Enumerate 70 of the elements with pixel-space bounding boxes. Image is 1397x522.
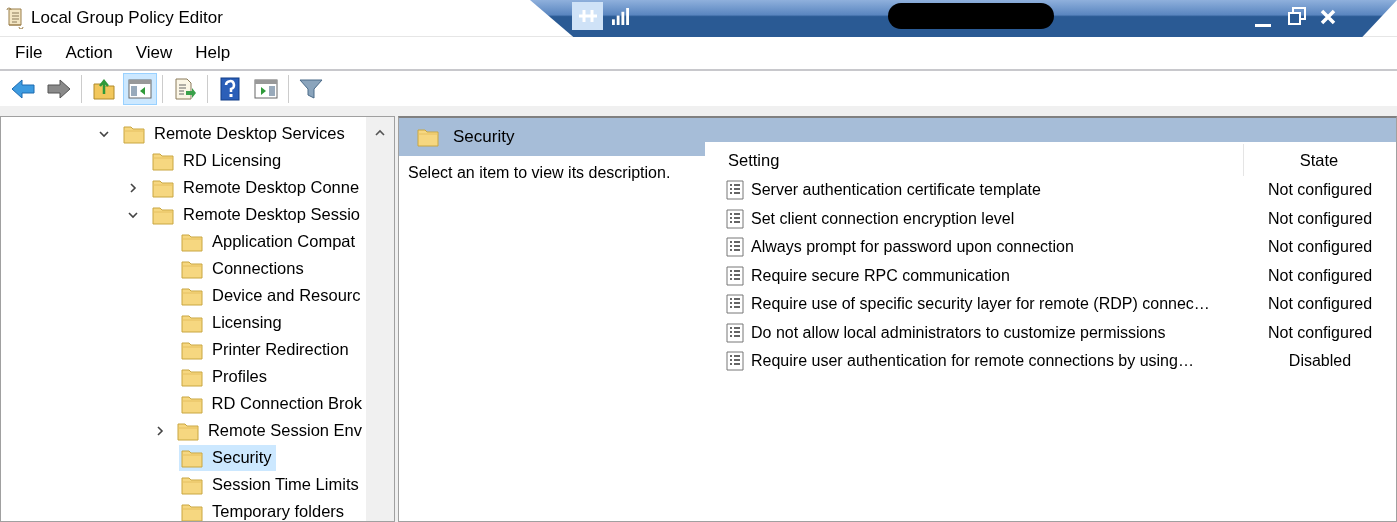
signal-icon <box>611 8 630 25</box>
folder-icon <box>152 177 174 198</box>
tree-toggle-button[interactable] <box>123 72 157 105</box>
policy-icon <box>726 237 744 258</box>
menu-item[interactable]: View <box>135 43 173 63</box>
tree-item[interactable]: Profiles <box>179 363 272 390</box>
tree-item[interactable]: Licensing <box>179 309 286 336</box>
state-text: Not configured <box>1266 323 1374 342</box>
policy-icon <box>726 351 744 372</box>
setting-name[interactable]: Set client connection encryption level <box>751 209 1015 228</box>
setting-name[interactable]: Do not allow local administrators to customize permissions <box>751 323 1166 342</box>
tree-item[interactable]: RD Licensing <box>150 147 286 174</box>
close-icon[interactable] <box>1320 9 1336 25</box>
menu-item[interactable]: File <box>15 43 43 63</box>
setting-name[interactable]: Require secure RPC communication <box>751 266 1010 285</box>
policy-icon <box>726 208 744 229</box>
policy-icon <box>726 322 744 343</box>
scroll-icon <box>5 7 25 29</box>
folder-icon <box>176 420 199 441</box>
folder-icon <box>181 366 203 387</box>
tree-item[interactable]: Temporary folders <box>179 498 349 521</box>
setting-name[interactable]: Require user authentication for remote connections by using… <box>751 352 1194 371</box>
menu-item[interactable]: Help <box>195 43 231 63</box>
setting-name[interactable]: Server authentication certificate template <box>751 181 1041 200</box>
folder-icon <box>181 474 203 495</box>
policy-icon <box>726 294 744 315</box>
state-text: Not configured <box>1266 181 1374 200</box>
tree-item[interactable]: Session Time Limits <box>179 471 363 498</box>
tree-item[interactable]: Printer Redirection <box>179 336 353 363</box>
tree-item[interactable]: Device and Resourc <box>179 282 365 309</box>
folder-icon <box>181 339 203 360</box>
tree-item[interactable]: RD Connection Brok <box>178 390 366 417</box>
window-title: Local Group Policy Editor <box>31 8 223 28</box>
folder-icon <box>152 150 174 171</box>
section-title: Security <box>453 127 515 147</box>
state-text: Not configured <box>1266 238 1374 257</box>
tree-item[interactable]: Remote Session Env <box>174 417 366 444</box>
folder-icon <box>181 312 203 333</box>
folder-icon <box>181 231 203 252</box>
scrollbar[interactable] <box>366 117 394 521</box>
setting-name[interactable]: Always prompt for password upon connection <box>751 238 1074 257</box>
state-text: Not configured <box>1266 209 1374 228</box>
tree-item[interactable]: Remote Desktop Conne <box>150 174 364 201</box>
pin-icon <box>577 9 598 23</box>
folder-icon <box>181 447 203 468</box>
restore-icon[interactable] <box>1288 7 1306 25</box>
folder-icon <box>181 501 203 521</box>
description-text: Select an item to view its description. <box>407 163 672 182</box>
tree-item[interactable]: Security <box>179 444 276 471</box>
tree-item[interactable]: Remote Desktop Services <box>121 120 349 147</box>
chevron-right-icon[interactable] <box>127 181 139 194</box>
folder-icon <box>152 204 174 225</box>
state-text: Not configured <box>1266 266 1374 285</box>
folder-icon <box>181 285 203 306</box>
chevron-up-icon[interactable] <box>374 129 386 137</box>
tree-item[interactable]: Connections <box>179 255 308 282</box>
column-header[interactable]: Setting <box>705 144 1243 176</box>
folder-icon <box>181 258 203 279</box>
tree-item[interactable]: Application Compat <box>179 228 360 255</box>
tree-item[interactable]: Remote Desktop Sessio <box>150 201 364 228</box>
state-text: Not configured <box>1266 295 1374 314</box>
column-header[interactable]: State <box>1243 144 1394 176</box>
setting-name[interactable]: Require use of specific security layer for remote (RDP) connec… <box>751 295 1210 314</box>
state-text: Disabled <box>1287 352 1353 371</box>
policy-icon <box>726 180 744 201</box>
policy-icon <box>726 265 744 286</box>
folder-icon <box>180 393 203 414</box>
menu-item[interactable]: Action <box>65 43 113 63</box>
folder-icon <box>123 123 145 144</box>
folder-icon <box>417 127 439 147</box>
